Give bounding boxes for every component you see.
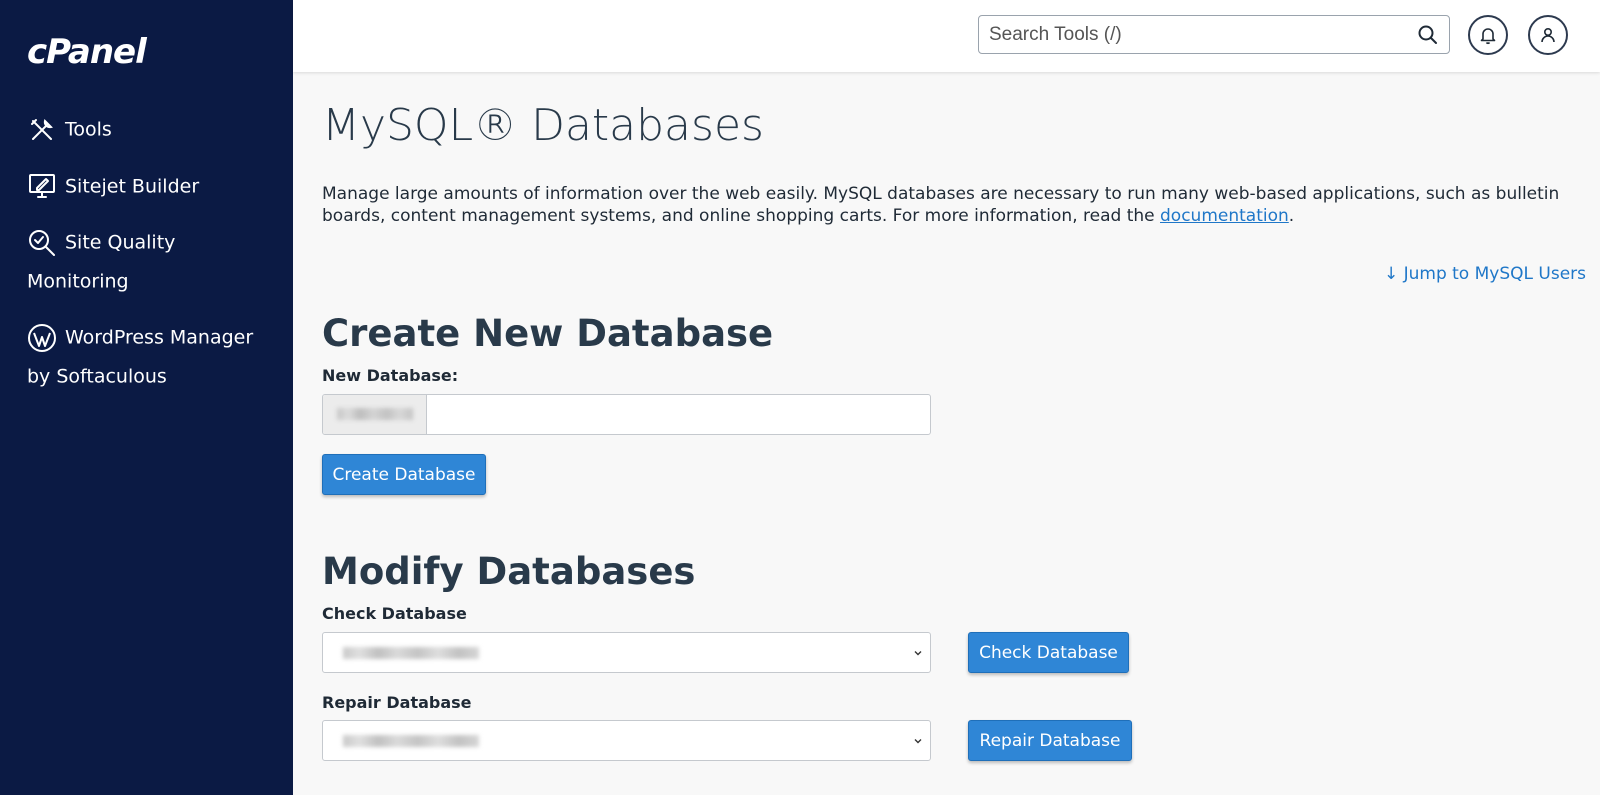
monitor-edit-icon — [27, 171, 57, 201]
redacted-database-name — [343, 647, 479, 659]
redacted-database-name — [343, 735, 479, 747]
bell-icon — [1480, 28, 1496, 45]
user-menu-button[interactable] — [1528, 15, 1568, 55]
repair-database-select[interactable] — [322, 720, 931, 761]
cpanel-logo[interactable]: cPanel — [27, 32, 147, 72]
sidebar-item-wordpress[interactable]: WordPress Manager by Softaculous — [27, 318, 277, 395]
page-title: MySQL® Databases — [322, 100, 764, 151]
sidebar: cPanel Tools Sitejet Builder Site Qualit… — [0, 0, 293, 795]
description-text: Manage large amounts of information over… — [322, 184, 1560, 226]
top-bar — [293, 0, 1600, 72]
create-database-heading: Create New Database — [322, 312, 774, 355]
search-input[interactable] — [979, 16, 1399, 53]
repair-database-button[interactable]: Repair Database — [968, 720, 1132, 761]
documentation-link[interactable]: documentation — [1160, 206, 1289, 226]
search-icon[interactable] — [1417, 24, 1439, 46]
tools-icon — [27, 115, 57, 145]
user-icon — [1541, 27, 1555, 43]
check-database-select[interactable] — [322, 632, 931, 673]
create-database-button[interactable]: Create Database — [322, 454, 486, 495]
sidebar-nav: Tools Sitejet Builder Site Quality Monit… — [27, 110, 277, 413]
chevron-down-icon — [914, 651, 922, 656]
sidebar-item-label: Sitejet Builder — [65, 175, 200, 197]
notifications-button[interactable] — [1468, 15, 1508, 55]
check-database-button[interactable]: Check Database — [968, 632, 1129, 673]
sidebar-item-label: WordPress Manager by Softaculous — [27, 326, 254, 388]
database-prefix — [323, 395, 427, 434]
repair-database-label: Repair Database — [322, 693, 472, 712]
wordpress-icon — [27, 323, 57, 353]
new-database-input-group — [322, 394, 931, 435]
redacted-prefix — [337, 408, 413, 420]
magnifier-check-icon — [27, 228, 57, 258]
modify-databases-heading: Modify Databases — [322, 550, 696, 593]
sidebar-item-site-quality[interactable]: Site Quality Monitoring — [27, 223, 277, 300]
sidebar-item-tools[interactable]: Tools — [27, 110, 277, 149]
description-end: . — [1288, 206, 1295, 226]
new-database-label: New Database: — [322, 366, 459, 385]
sidebar-item-label: Tools — [65, 118, 112, 141]
new-database-input[interactable] — [428, 395, 928, 434]
search-box — [978, 15, 1450, 54]
chevron-down-icon — [914, 739, 922, 744]
sidebar-item-sitejet[interactable]: Sitejet Builder — [27, 167, 277, 206]
page-description: Manage large amounts of information over… — [322, 183, 1582, 227]
check-database-label: Check Database — [322, 604, 467, 623]
jump-to-mysql-users-link[interactable]: ↓ Jump to MySQL Users — [1384, 264, 1586, 284]
